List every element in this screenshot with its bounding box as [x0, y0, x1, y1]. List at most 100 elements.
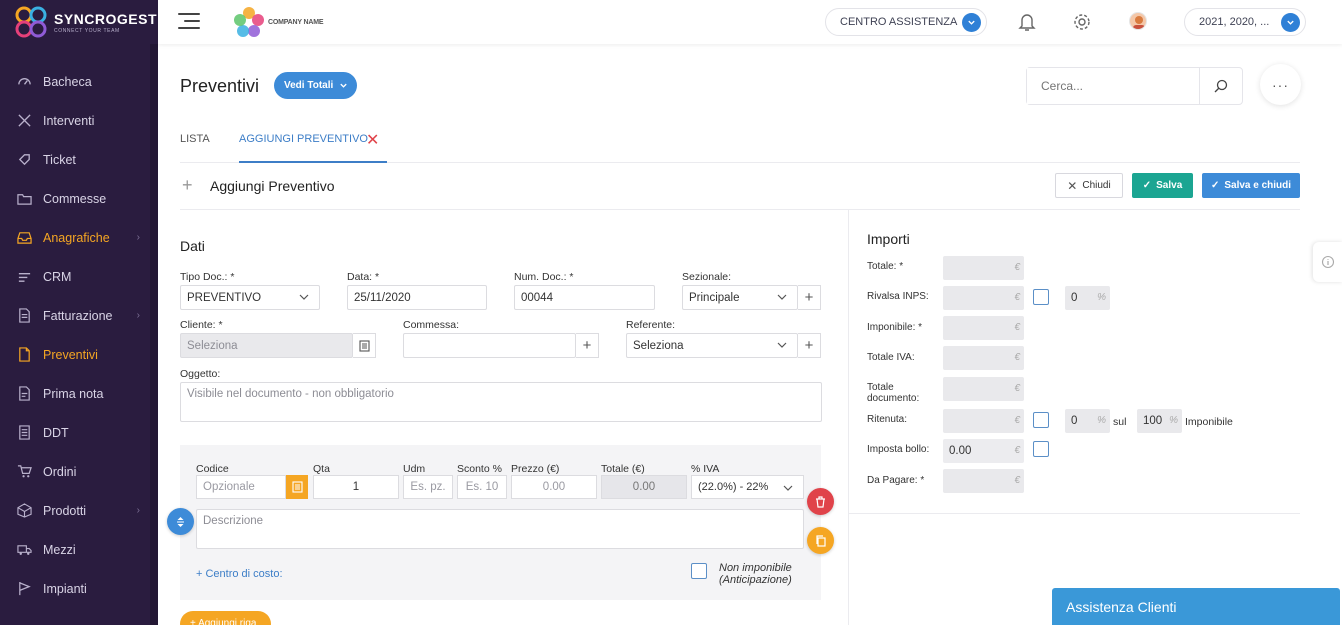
tab-aggiungi-preventivo[interactable]: AGGIUNGI PREVENTIVO	[239, 133, 368, 145]
sidebar-item-anagrafiche[interactable]: Anagrafiche ›	[0, 218, 158, 257]
avatar[interactable]	[1129, 12, 1147, 30]
company-logo[interactable]: COMPANY NAME	[232, 4, 323, 40]
sidebar-item-interventi[interactable]: Interventi	[0, 101, 158, 140]
qta-input[interactable]: 1	[313, 475, 399, 499]
save-button[interactable]: ✓ Salva	[1132, 173, 1193, 198]
referente-select[interactable]: Seleziona	[626, 333, 798, 358]
importi-section-title: Importi	[867, 231, 910, 247]
non-imponibile-checkbox[interactable]	[691, 563, 707, 579]
rivalsa-inps-checkbox[interactable]	[1033, 289, 1049, 305]
imposta-bollo-input[interactable]: 0.00 €	[943, 439, 1024, 463]
non-imponibile-line1: Non imponibile	[719, 562, 792, 574]
imposta-bollo-checkbox[interactable]	[1033, 441, 1049, 457]
sidebar-item-label: Anagrafiche	[43, 230, 110, 245]
udm-label: Udm	[403, 463, 426, 475]
sidebar-item-crm[interactable]: CRM	[0, 257, 158, 296]
totale-documento-label: Totale documento:	[867, 382, 919, 404]
tabs: LISTA AGGIUNGI PREVENTIVO ✕	[180, 124, 1300, 163]
totals-button[interactable]: Vedi Totali	[274, 72, 357, 99]
ritenuta-field: €	[943, 409, 1024, 433]
brand[interactable]: SYNCROGEST CONNECT YOUR TEAM	[0, 0, 158, 44]
sidebar-item-label: Ordini	[43, 464, 77, 479]
codice-input[interactable]: Opzionale	[196, 475, 286, 499]
years-label: 2021, 2020, ...	[1199, 16, 1270, 28]
totale-importi-field: €	[943, 256, 1024, 280]
tab-lista[interactable]: LISTA	[180, 133, 210, 145]
sconto-input[interactable]: Es. 10	[457, 475, 507, 499]
sidebar-item-label: Bacheca	[43, 74, 92, 89]
oggetto-textarea[interactable]: Visibile nel documento - non obbligatori…	[180, 382, 822, 422]
chevron-down-icon	[1281, 13, 1300, 32]
add-referente-button[interactable]: +	[798, 333, 821, 358]
imponibile-word: Imponibile	[1185, 416, 1233, 428]
years-dropdown[interactable]: 2021, 2020, ...	[1184, 8, 1306, 36]
sezionale-label: Sezionale:	[682, 271, 732, 283]
oggetto-label: Oggetto:	[180, 368, 221, 380]
iva-select[interactable]: (22.0%) - 22%	[691, 475, 804, 499]
sidebar-item-preventivi[interactable]: Preventivi	[0, 335, 158, 374]
sidebar-item-label: Impianti	[43, 581, 87, 596]
document-icon	[16, 425, 32, 441]
help-center-dropdown[interactable]: CENTRO ASSISTENZA	[825, 8, 987, 36]
sidebar-item-commesse[interactable]: Commesse	[0, 179, 158, 218]
sidebar-item-label: DDT	[43, 425, 69, 440]
tipo-doc-select[interactable]: PREVENTIVO	[180, 285, 320, 310]
ritenuta-percent-input[interactable]: 0 %	[1065, 409, 1110, 433]
totale-documento-field: €	[943, 377, 1024, 401]
sidebar-item-impianti[interactable]: Impianti	[0, 569, 158, 608]
duplicate-row-button[interactable]	[807, 527, 834, 554]
folder-icon	[16, 191, 32, 207]
quote-icon	[16, 347, 32, 363]
prezzo-input[interactable]: 0.00	[511, 475, 597, 499]
rivalsa-percent-input[interactable]: 0 %	[1065, 286, 1110, 310]
cliente-list-button[interactable]	[353, 333, 376, 358]
add-commessa-button[interactable]: +	[576, 333, 599, 358]
move-row-handle[interactable]	[167, 508, 194, 535]
cliente-select[interactable]: Seleziona	[180, 333, 353, 358]
chevron-right-icon: ›	[136, 310, 140, 321]
gear-icon[interactable]	[1071, 11, 1093, 33]
udm-input[interactable]: Es. pz.	[403, 475, 453, 499]
codice-list-button[interactable]	[286, 475, 308, 499]
sezionale-select[interactable]: Principale	[682, 285, 798, 310]
ritenuta-checkbox[interactable]	[1033, 412, 1049, 428]
save-and-close-button[interactable]: ✓ Salva e chiudi	[1202, 173, 1300, 198]
info-side-tab[interactable]	[1313, 242, 1342, 282]
close-tab-icon[interactable]: ✕	[366, 130, 379, 150]
sul-label: sul	[1113, 416, 1127, 428]
euro-symbol: €	[1014, 415, 1020, 426]
sidebar-item-ddt[interactable]: DDT	[0, 413, 158, 452]
cliente-label: Cliente: *	[180, 319, 223, 331]
num-doc-label: Num. Doc.: *	[514, 271, 574, 283]
sidebar-item-bacheca[interactable]: Bacheca	[0, 62, 158, 101]
sidebar-item-fatturazione[interactable]: Fatturazione ›	[0, 296, 158, 335]
delete-row-button[interactable]	[807, 488, 834, 515]
menu-toggle-icon[interactable]	[178, 13, 200, 31]
data-input[interactable]: 25/11/2020	[347, 285, 487, 310]
search-input[interactable]	[1027, 68, 1200, 104]
add-row-button[interactable]: + Aggiungi riga	[180, 611, 271, 625]
sidebar-item-prodotti[interactable]: Prodotti ›	[0, 491, 158, 530]
num-doc-input[interactable]: 00044	[514, 285, 655, 310]
sidebar-item-ordini[interactable]: Ordini	[0, 452, 158, 491]
search-box	[1026, 67, 1243, 105]
search-button[interactable]	[1200, 68, 1242, 104]
euro-symbol: €	[1014, 445, 1020, 456]
add-sezionale-button[interactable]: +	[798, 285, 821, 310]
commessa-input[interactable]	[403, 333, 576, 358]
ritenuta-base-input[interactable]: 100 %	[1137, 409, 1182, 433]
referente-value: Seleziona	[633, 339, 684, 352]
close-button[interactable]: ✕ Chiudi	[1055, 173, 1123, 198]
bell-icon[interactable]	[1016, 11, 1038, 33]
ticket-icon	[16, 152, 32, 168]
customer-support-widget[interactable]: Assistenza Clienti	[1052, 588, 1340, 625]
list-icon	[358, 339, 370, 352]
sidebar-item-mezzi[interactable]: Mezzi	[0, 530, 158, 569]
imposta-bollo-label: Imposta bollo:	[867, 444, 930, 455]
more-options-button[interactable]: ···	[1260, 64, 1301, 105]
centro-di-costo-link[interactable]: + Centro di costo:	[196, 568, 283, 580]
descrizione-textarea[interactable]: Descrizione	[196, 509, 804, 549]
sidebar-item-prima-nota[interactable]: Prima nota	[0, 374, 158, 413]
sidebar-item-ticket[interactable]: Ticket	[0, 140, 158, 179]
trash-icon	[816, 495, 825, 508]
